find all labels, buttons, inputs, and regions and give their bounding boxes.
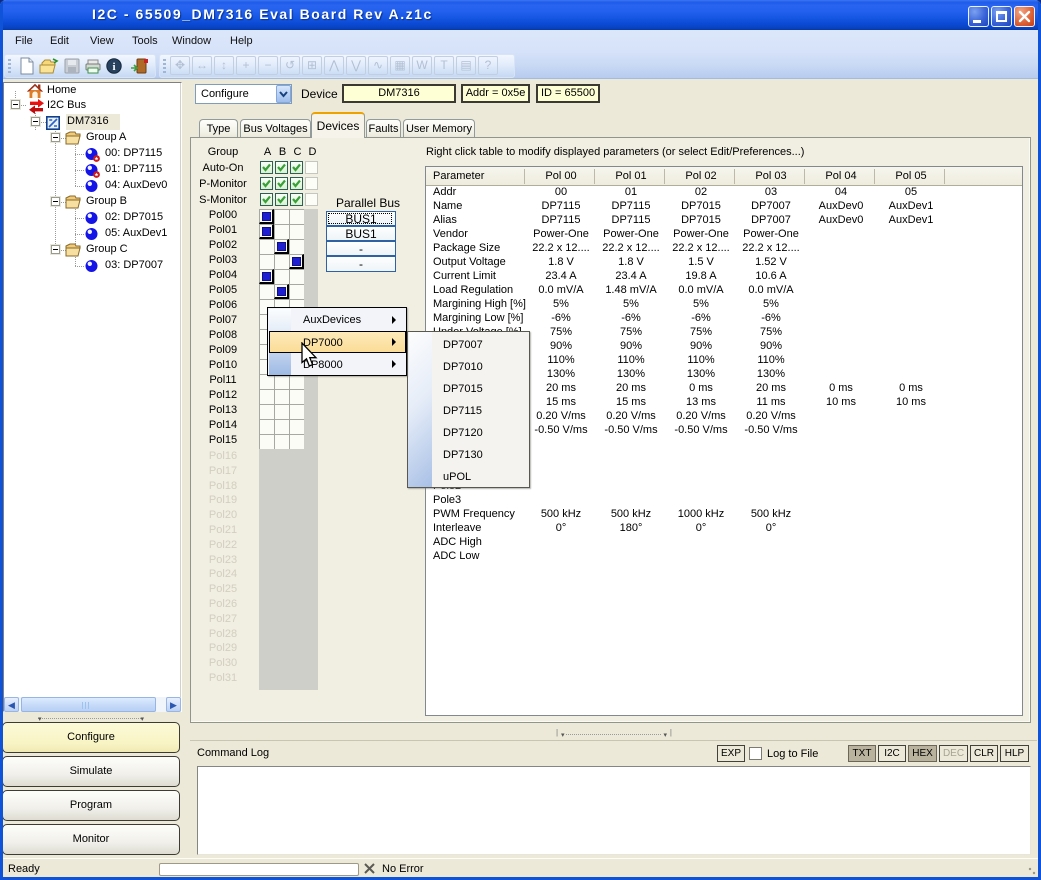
svg-text:i: i [112,61,115,73]
